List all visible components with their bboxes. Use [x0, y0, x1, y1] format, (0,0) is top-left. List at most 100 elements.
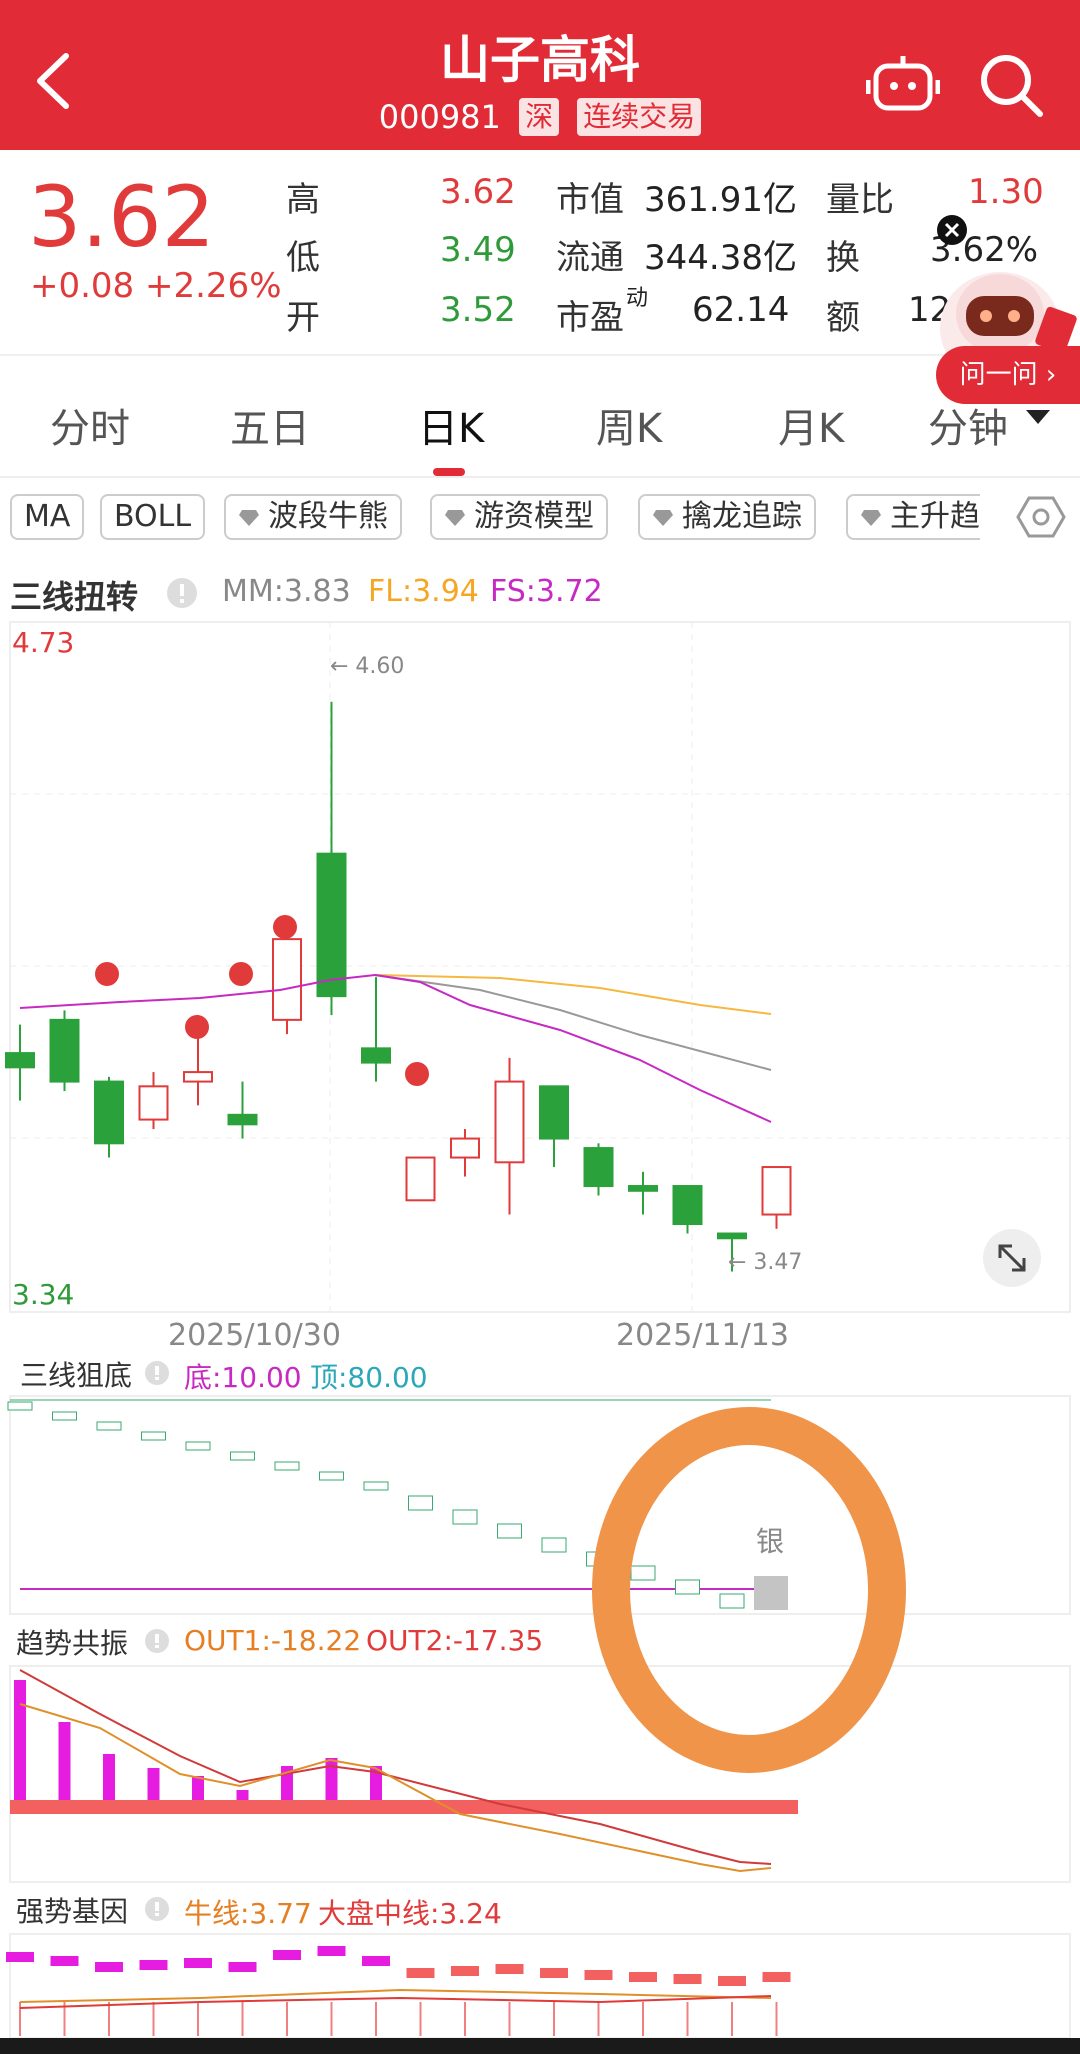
sub2-bar: [147, 1768, 160, 1800]
close-icon[interactable]: [936, 214, 968, 246]
y-axis-min: 3.34: [12, 1278, 75, 1311]
date-label-2: 2025/11/13: [616, 1318, 789, 1353]
sub3-bar: [228, 1962, 257, 1972]
settings-hexagon-icon[interactable]: [1016, 494, 1066, 540]
sub3-bar: [495, 1964, 524, 1974]
app-header: 山子高科 000981 深 连续交易: [0, 0, 1080, 150]
low-label: 低: [286, 238, 320, 278]
sub1-bar: [363, 1481, 389, 1491]
search-icon[interactable]: [976, 50, 1046, 120]
pe-label: 市盈: [556, 298, 624, 338]
bull-line-value: 牛线:3.77: [184, 1897, 312, 1930]
high-value: 3.62: [440, 172, 516, 212]
stock-code: 000981: [378, 98, 501, 136]
sub1-title: 三线狙底: [20, 1359, 133, 1392]
candle-body: [717, 1232, 747, 1240]
sub1-bar: [497, 1523, 522, 1539]
candlestick-chart[interactable]: [0, 620, 1080, 1320]
high-label: 高: [286, 180, 320, 220]
sub2-bar: [14, 1680, 26, 1800]
sub1-bar: [141, 1431, 166, 1441]
open-label: 开: [286, 298, 320, 338]
market-midline-value: 大盘中线:3.24: [318, 1897, 502, 1930]
chip-label: 擒龙追踪: [682, 499, 802, 534]
diamond-icon: [239, 509, 259, 526]
sub2-chart: [9, 1665, 1071, 1883]
candle-body: [272, 938, 302, 1021]
sub1-chart: [7, 1395, 1071, 1615]
candle-body: [450, 1137, 480, 1159]
sub3-bar: [451, 1966, 479, 1976]
mm-value: MM:3.83: [222, 574, 351, 609]
sub3-bar: [540, 1968, 568, 1978]
sub1-bar: [541, 1537, 567, 1553]
sub2-bar: [192, 1776, 204, 1800]
candle-body: [227, 1113, 258, 1126]
sub1-bar: [452, 1509, 478, 1525]
chip-band-bull-bear[interactable]: 波段牛熊: [224, 494, 402, 540]
candle-body: [672, 1185, 703, 1226]
highlight-ring: [592, 1407, 906, 1773]
sub1-bottom-value: 底:10.00: [184, 1361, 302, 1394]
info-icon[interactable]: [144, 1360, 170, 1386]
sub1-bar: [408, 1495, 433, 1511]
candle-body: [138, 1085, 169, 1121]
sub3-title: 强势基因: [16, 1895, 129, 1928]
high-marker: ← 4.60: [330, 654, 405, 679]
pe-value: 62.14: [692, 290, 790, 330]
sub1-bar: [319, 1471, 344, 1481]
tab-monthly-k[interactable]: 月K: [778, 396, 844, 454]
fl-value: FL:3.94: [368, 574, 479, 609]
candle-body: [539, 1085, 569, 1140]
sub3-bar: [95, 1962, 123, 1972]
quote-panel: 3.62 +0.08 +2.26% 高 3.62 低 3.49 开 3.52 市…: [0, 150, 1080, 404]
sub3-bar: [139, 1960, 168, 1970]
tab-daily-k[interactable]: 日K: [418, 396, 484, 454]
tab-intraday[interactable]: 分时: [50, 396, 130, 454]
tab-five-day[interactable]: 五日: [230, 396, 310, 454]
tab-weekly-k[interactable]: 周K: [596, 396, 662, 454]
volume-ratio-value: 1.30: [968, 172, 1044, 212]
y-axis-max: 4.73: [12, 626, 75, 659]
chip-boll[interactable]: BOLL: [100, 494, 206, 540]
chip-hot-money[interactable]: 游资模型: [430, 494, 608, 540]
trade-mode-badge: 连续交易: [577, 98, 702, 136]
sub1-bar: [96, 1421, 122, 1431]
info-icon[interactable]: [144, 1628, 170, 1654]
period-tabs: 分时 五日 日K 周K 月K 分钟: [0, 358, 1080, 478]
info-icon[interactable]: [166, 577, 198, 609]
sub3-bar: [50, 1956, 79, 1966]
sub3-bar: [673, 1974, 702, 1984]
dropdown-icon[interactable]: [1026, 410, 1050, 426]
system-nav-bar: [0, 2038, 1080, 2054]
mcap-value: 361.91亿: [644, 180, 797, 220]
chip-label: 波段牛熊: [268, 499, 388, 534]
sub1-bar: [52, 1411, 77, 1421]
candle-body: [361, 1047, 391, 1064]
tab-minute[interactable]: 分钟: [928, 396, 1008, 454]
pe-superscript: 动: [626, 286, 649, 311]
sub1-bar: [274, 1461, 300, 1471]
sub1-bar: [7, 1401, 33, 1411]
price-change: +0.08 +2.26%: [30, 266, 282, 306]
sub3-bar: [762, 1972, 791, 1982]
robot-icon[interactable]: [866, 52, 940, 116]
sub3-bar: [629, 1972, 657, 1982]
candles: [5, 701, 792, 1272]
expand-icon[interactable]: [982, 1228, 1042, 1288]
info-icon[interactable]: [144, 1896, 170, 1922]
sub3-bar: [362, 1956, 390, 1966]
low-marker: ← 3.47: [728, 1250, 803, 1275]
chip-ma[interactable]: MA: [10, 494, 85, 540]
candle-body: [628, 1185, 658, 1192]
chip-main-rise[interactable]: 主升趋: [846, 494, 980, 540]
sub2-title: 趋势共振: [16, 1627, 129, 1660]
candle-body: [761, 1166, 792, 1216]
open-value: 3.52: [440, 290, 516, 330]
sub3-bar: [184, 1958, 212, 1968]
float-value: 344.38亿: [644, 238, 797, 278]
chip-dragon-track[interactable]: 擒龙追踪: [638, 494, 816, 540]
sub3-bar: [406, 1968, 435, 1978]
sub2-bar: [103, 1754, 115, 1800]
out2-value: OUT2:-17.35: [366, 1624, 544, 1657]
